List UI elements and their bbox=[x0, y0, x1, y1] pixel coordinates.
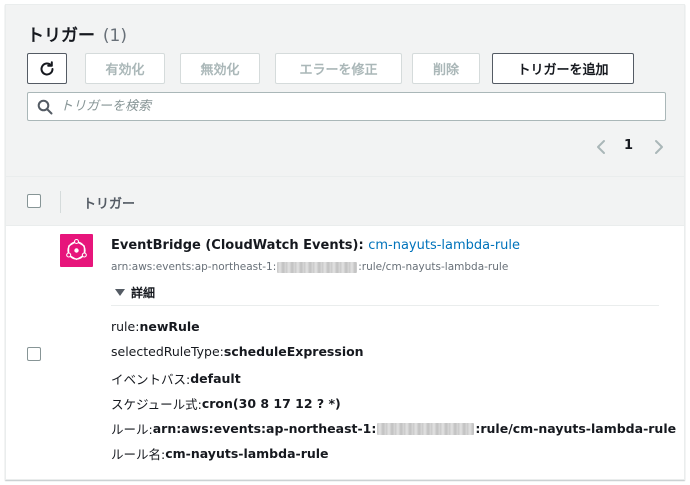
detail-selected-rule-type-value: scheduleExpression bbox=[223, 344, 364, 359]
detail-event-bus-value: default bbox=[190, 371, 241, 386]
trigger-arn: arn:aws:events:ap-northeast-1: :rule/cm-… bbox=[111, 261, 508, 273]
redacted-account-id bbox=[277, 261, 358, 273]
select-all-checkbox[interactable] bbox=[27, 194, 41, 208]
refresh-icon bbox=[40, 60, 54, 75]
detail-rule-value: newRule bbox=[139, 319, 200, 334]
panel-title-text: トリガー bbox=[27, 26, 95, 46]
row-checkbox[interactable] bbox=[27, 347, 41, 361]
detail-schedule-value: cron(30 8 17 12 ? *) bbox=[201, 396, 341, 411]
detail-rule-key: rule: bbox=[111, 319, 140, 334]
triggers-panel: トリガー (1) 有効化 無効化 エラーを修正 削除 トリガーを追加 1 bbox=[5, 4, 685, 480]
trigger-title: EventBridge (CloudWatch Events): cm-nayu… bbox=[111, 238, 520, 253]
detail-rule-arn-prefix: arn:aws:events:ap-northeast-1: bbox=[152, 421, 377, 436]
trigger-rule-link[interactable]: cm-nayuts-lambda-rule bbox=[368, 238, 520, 253]
trigger-arn-suffix: :rule/cm-nayuts-lambda-rule bbox=[358, 261, 509, 273]
caret-down-icon bbox=[115, 289, 125, 296]
enable-button[interactable]: 有効化 bbox=[85, 53, 165, 84]
refresh-button[interactable] bbox=[27, 53, 67, 84]
trigger-separator: : bbox=[358, 238, 364, 253]
detail-rule: rule: newRule bbox=[111, 319, 200, 334]
column-divider bbox=[60, 191, 61, 213]
redacted-account-id bbox=[377, 422, 475, 435]
search-icon bbox=[37, 99, 53, 115]
chevron-right-icon[interactable] bbox=[652, 139, 666, 155]
current-page[interactable]: 1 bbox=[624, 138, 633, 153]
detail-schedule: スケジュール式: cron(30 8 17 12 ? *) bbox=[111, 394, 341, 413]
trigger-source: EventBridge (CloudWatch Events) bbox=[111, 238, 359, 253]
detail-selected-rule-type: selectedRuleType: scheduleExpression bbox=[111, 344, 364, 359]
eventbridge-icon bbox=[60, 234, 93, 267]
search-input[interactable] bbox=[60, 96, 660, 117]
detail-rule-name-key: ルール名: bbox=[111, 447, 166, 462]
panel-header: トリガー (1) 有効化 無効化 エラーを修正 削除 トリガーを追加 1 bbox=[6, 5, 684, 177]
detail-event-bus: イベントバス: default bbox=[111, 369, 241, 388]
trigger-arn-prefix: arn:aws:events:ap-northeast-1: bbox=[111, 261, 277, 273]
details-label: 詳細 bbox=[131, 286, 156, 300]
detail-schedule-key: スケジュール式: bbox=[111, 397, 202, 412]
column-header-trigger: トリガー bbox=[83, 197, 136, 212]
fix-errors-button[interactable]: エラーを修正 bbox=[275, 53, 402, 84]
delete-button[interactable]: 削除 bbox=[412, 53, 480, 84]
details-toggle[interactable]: 詳細 bbox=[115, 284, 155, 301]
chevron-left-icon[interactable] bbox=[594, 139, 608, 155]
detail-selected-rule-type-key: selectedRuleType: bbox=[111, 344, 224, 359]
detail-event-bus-key: イベントバス: bbox=[111, 372, 191, 387]
details-divider bbox=[111, 305, 659, 306]
add-trigger-button[interactable]: トリガーを追加 bbox=[492, 53, 634, 84]
table-header: トリガー bbox=[6, 177, 684, 226]
detail-rule-arn: ルール: arn:aws:events:ap-northeast-1: :rul… bbox=[111, 419, 676, 438]
trigger-count: (1) bbox=[102, 26, 128, 46]
detail-rule-arn-suffix: :rule/cm-nayuts-lambda-rule bbox=[475, 421, 677, 436]
panel-title: トリガー (1) bbox=[27, 21, 127, 46]
search-box[interactable] bbox=[27, 92, 666, 121]
detail-rule-arn-key: ルール: bbox=[111, 422, 153, 437]
disable-button[interactable]: 無効化 bbox=[180, 53, 260, 84]
detail-rule-name: ルール名: cm-nayuts-lambda-rule bbox=[111, 444, 329, 463]
detail-rule-name-value: cm-nayuts-lambda-rule bbox=[165, 446, 329, 461]
